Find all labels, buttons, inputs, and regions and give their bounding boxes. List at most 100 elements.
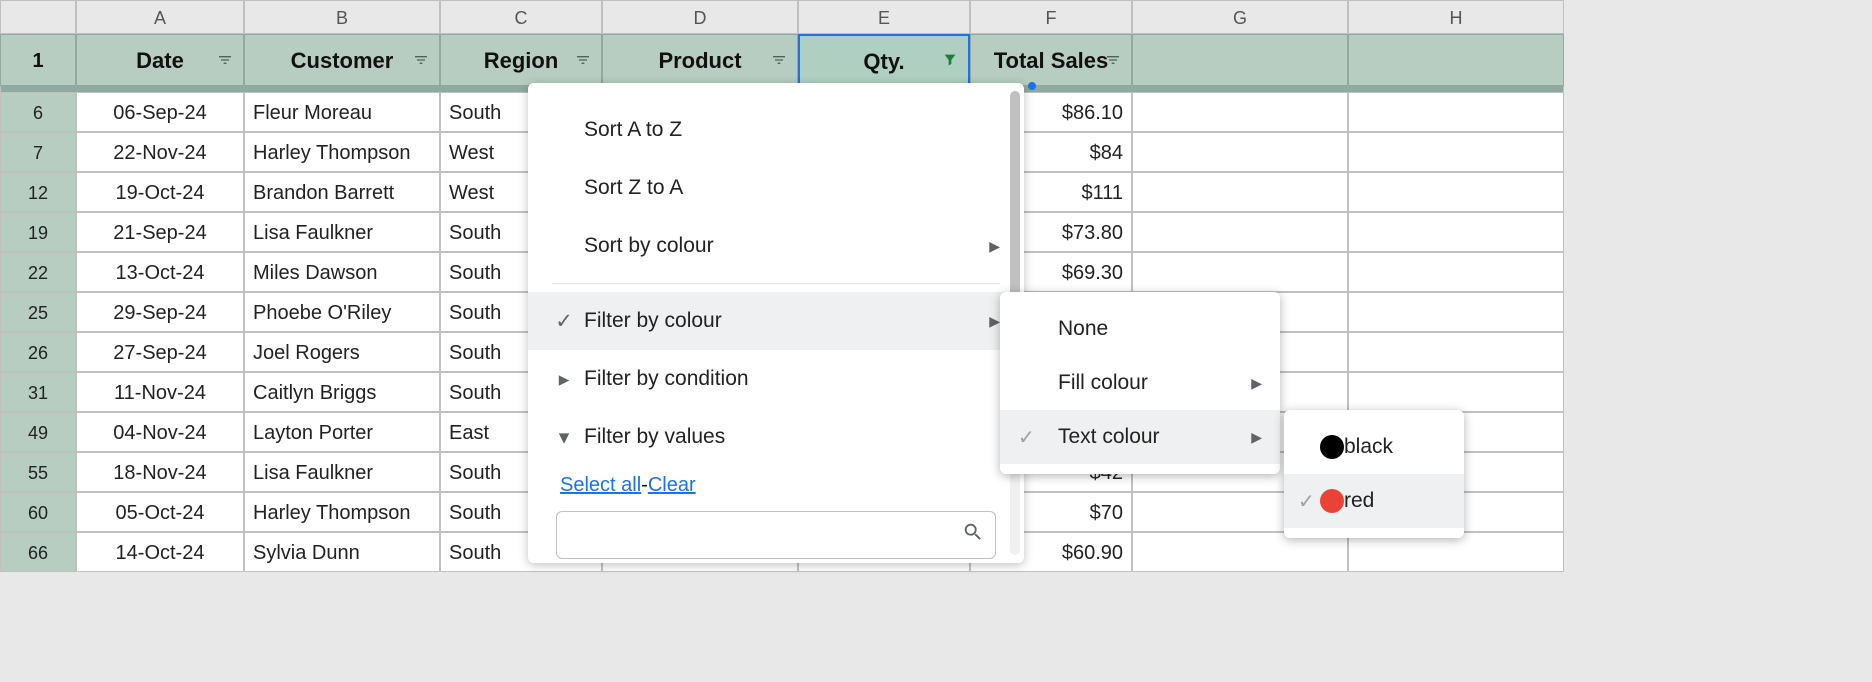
header-cell-F[interactable]: Total Sales: [970, 34, 1132, 86]
filter-by-values[interactable]: ▾ Filter by values: [528, 408, 1024, 466]
header-label: Date: [136, 48, 184, 73]
filter-search-input[interactable]: [556, 511, 996, 559]
cell-h[interactable]: [1348, 372, 1564, 412]
column-header-D[interactable]: D: [602, 0, 798, 34]
header-label: Product: [658, 48, 741, 73]
cell-date[interactable]: 05-Oct-24: [76, 492, 244, 532]
row-header[interactable]: 7: [0, 132, 76, 172]
filter-icon[interactable]: [573, 50, 593, 70]
filter-icon[interactable]: [769, 50, 789, 70]
select-all-link[interactable]: Select all: [560, 474, 641, 496]
header-cell-G[interactable]: [1132, 34, 1348, 86]
filter-by-colour[interactable]: ✓ Filter by colour ▶: [528, 292, 1024, 350]
column-header-E[interactable]: E: [798, 0, 970, 34]
cell-h[interactable]: [1348, 532, 1564, 572]
cell-g[interactable]: [1132, 132, 1348, 172]
cell-date[interactable]: 21-Sep-24: [76, 212, 244, 252]
cell-date[interactable]: 04-Nov-24: [76, 412, 244, 452]
row-header-1[interactable]: 1: [0, 34, 76, 86]
menu-label: Sort by colour: [584, 234, 714, 258]
cell-customer[interactable]: Brandon Barrett: [244, 172, 440, 212]
row-header[interactable]: 25: [0, 292, 76, 332]
sort-by-colour[interactable]: Sort by colour ▶: [528, 217, 1024, 275]
header-cell-H[interactable]: [1348, 34, 1564, 86]
cell-customer[interactable]: Miles Dawson: [244, 252, 440, 292]
header-cell-B[interactable]: Customer: [244, 34, 440, 86]
cell-date[interactable]: 19-Oct-24: [76, 172, 244, 212]
cell-h[interactable]: [1348, 172, 1564, 212]
row-header[interactable]: 22: [0, 252, 76, 292]
column-header-B[interactable]: B: [244, 0, 440, 34]
cell-customer[interactable]: Sylvia Dunn: [244, 532, 440, 572]
sort-a-to-z[interactable]: Sort A to Z: [528, 101, 1024, 159]
header-cell-A[interactable]: Date: [76, 34, 244, 86]
row-header[interactable]: 6: [0, 92, 76, 132]
cell-customer[interactable]: Layton Porter: [244, 412, 440, 452]
check-icon: ✓: [1018, 425, 1035, 450]
column-header-C[interactable]: C: [440, 0, 602, 34]
cell-h[interactable]: [1348, 332, 1564, 372]
text-colour-red[interactable]: ✓ red: [1284, 474, 1464, 528]
filter-by-condition[interactable]: ▸ Filter by condition: [528, 350, 1024, 408]
row-header[interactable]: 31: [0, 372, 76, 412]
column-header-G[interactable]: G: [1132, 0, 1348, 34]
clear-link[interactable]: Clear: [648, 474, 696, 496]
filter-icon[interactable]: [411, 50, 431, 70]
cell-date[interactable]: 22-Nov-24: [76, 132, 244, 172]
filter-text-colour[interactable]: ✓ Text colour ▶: [1000, 410, 1280, 464]
cell-customer[interactable]: Phoebe O'Riley: [244, 292, 440, 332]
filter-fill-colour[interactable]: Fill colour ▶: [1000, 356, 1280, 410]
chevron-right-icon: ▶: [989, 238, 1000, 255]
cell-customer[interactable]: Harley Thompson: [244, 492, 440, 532]
column-header-F[interactable]: F: [970, 0, 1132, 34]
row-header[interactable]: 55: [0, 452, 76, 492]
cell-h[interactable]: [1348, 212, 1564, 252]
cell-date[interactable]: 27-Sep-24: [76, 332, 244, 372]
cell-g[interactable]: [1132, 252, 1348, 292]
filter-icon[interactable]: [215, 50, 235, 70]
row-header[interactable]: 26: [0, 332, 76, 372]
filter-icon[interactable]: [1103, 50, 1123, 70]
row-header[interactable]: 60: [0, 492, 76, 532]
row-header[interactable]: 12: [0, 172, 76, 212]
header-cell-C[interactable]: Region: [440, 34, 602, 86]
row-header[interactable]: 66: [0, 532, 76, 572]
cell-date[interactable]: 18-Nov-24: [76, 452, 244, 492]
cell-customer[interactable]: Lisa Faulkner: [244, 452, 440, 492]
text-colour-black[interactable]: black: [1284, 420, 1464, 474]
row-header[interactable]: 19: [0, 212, 76, 252]
cell-g[interactable]: [1132, 212, 1348, 252]
colour-swatch-red: [1320, 489, 1344, 513]
filter-icon[interactable]: [940, 50, 960, 70]
cell-g[interactable]: [1132, 92, 1348, 132]
cell-h[interactable]: [1348, 132, 1564, 172]
cell-g[interactable]: [1132, 172, 1348, 212]
filter-colour-none[interactable]: None: [1000, 302, 1280, 356]
separator: [552, 283, 1000, 284]
cell-g[interactable]: [1132, 532, 1348, 572]
menu-label: Fill colour: [1058, 371, 1148, 395]
header-cell-D[interactable]: Product: [602, 34, 798, 86]
cell-customer[interactable]: Lisa Faulkner: [244, 212, 440, 252]
cell-date[interactable]: 29-Sep-24: [76, 292, 244, 332]
sort-z-to-a[interactable]: Sort Z to A: [528, 159, 1024, 217]
cell-h[interactable]: [1348, 252, 1564, 292]
cell-date[interactable]: 06-Sep-24: [76, 92, 244, 132]
header-cell-E[interactable]: Qty.: [798, 34, 970, 86]
cell-customer[interactable]: Fleur Moreau: [244, 92, 440, 132]
cell-h[interactable]: [1348, 292, 1564, 332]
cell-date[interactable]: 13-Oct-24: [76, 252, 244, 292]
menu-label: Text colour: [1058, 425, 1160, 449]
cell-date[interactable]: 14-Oct-24: [76, 532, 244, 572]
cell-customer[interactable]: Harley Thompson: [244, 132, 440, 172]
column-header-H[interactable]: H: [1348, 0, 1564, 34]
row-header[interactable]: 49: [0, 412, 76, 452]
header-label: Region: [484, 48, 559, 73]
cell-date[interactable]: 11-Nov-24: [76, 372, 244, 412]
cell-customer[interactable]: Caitlyn Briggs: [244, 372, 440, 412]
selection-handle[interactable]: [1028, 82, 1036, 90]
menu-label: Filter by values: [584, 425, 725, 449]
cell-h[interactable]: [1348, 92, 1564, 132]
column-header-A[interactable]: A: [76, 0, 244, 34]
cell-customer[interactable]: Joel Rogers: [244, 332, 440, 372]
